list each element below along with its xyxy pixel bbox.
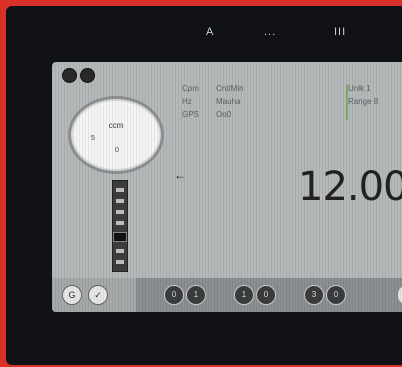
group-button[interactable]: 0 — [326, 285, 346, 305]
group-button[interactable]: 0 — [256, 285, 276, 305]
group-button[interactable]: 3 — [304, 285, 324, 305]
main-readout: 12.00 — [298, 164, 402, 210]
group-button[interactable]: 1 — [186, 285, 206, 305]
device-frame: A ... III ccm 5 0 ← Cpm Cnt/Min Hz Mauha — [6, 6, 402, 365]
window-controls — [62, 68, 95, 83]
top-status-bar: A ... III — [6, 6, 402, 54]
edge-button[interactable] — [398, 286, 402, 304]
more-icon[interactable]: ... — [264, 26, 276, 38]
dial-tick: 5 — [91, 135, 95, 142]
info-panel: Cpm Cnt/Min Hz Mauha GPS Oo0 — [182, 82, 244, 121]
info-row: GPS Oo0 — [182, 110, 232, 119]
group-button[interactable]: 1 — [234, 285, 254, 305]
arrow-left-icon[interactable]: ← — [174, 168, 186, 182]
slider-knob[interactable] — [113, 232, 127, 242]
bottom-toolbar: G ✓ 0 1 1 0 3 0 — [52, 278, 402, 312]
a-icon[interactable]: A — [206, 26, 214, 38]
info-panel-right: Unlk 1 Range 8 — [348, 84, 379, 106]
button-group-1: 0 1 — [164, 285, 206, 305]
button-group-3: 3 0 — [304, 285, 346, 305]
info-row: Cpm Cnt/Min — [182, 84, 244, 93]
g-button[interactable]: G — [62, 285, 82, 305]
info-row: Hz Mauha — [182, 97, 241, 106]
minimize-button[interactable] — [80, 68, 95, 83]
group-button[interactable]: 0 — [164, 285, 184, 305]
vertical-slider[interactable] — [112, 180, 128, 272]
check-button[interactable]: ✓ — [88, 285, 108, 305]
instrument-panel: ccm 5 0 ← Cpm Cnt/Min Hz Mauha GPS Oo0 U… — [52, 62, 402, 312]
menu-icon[interactable]: III — [334, 26, 346, 38]
left-tools: G ✓ — [52, 278, 136, 312]
button-group-2: 1 0 — [234, 285, 276, 305]
rotary-dial[interactable]: ccm 5 0 — [68, 96, 164, 174]
dial-tick: 0 — [115, 147, 119, 154]
close-button[interactable] — [62, 68, 77, 83]
dial-label: ccm — [108, 121, 124, 130]
